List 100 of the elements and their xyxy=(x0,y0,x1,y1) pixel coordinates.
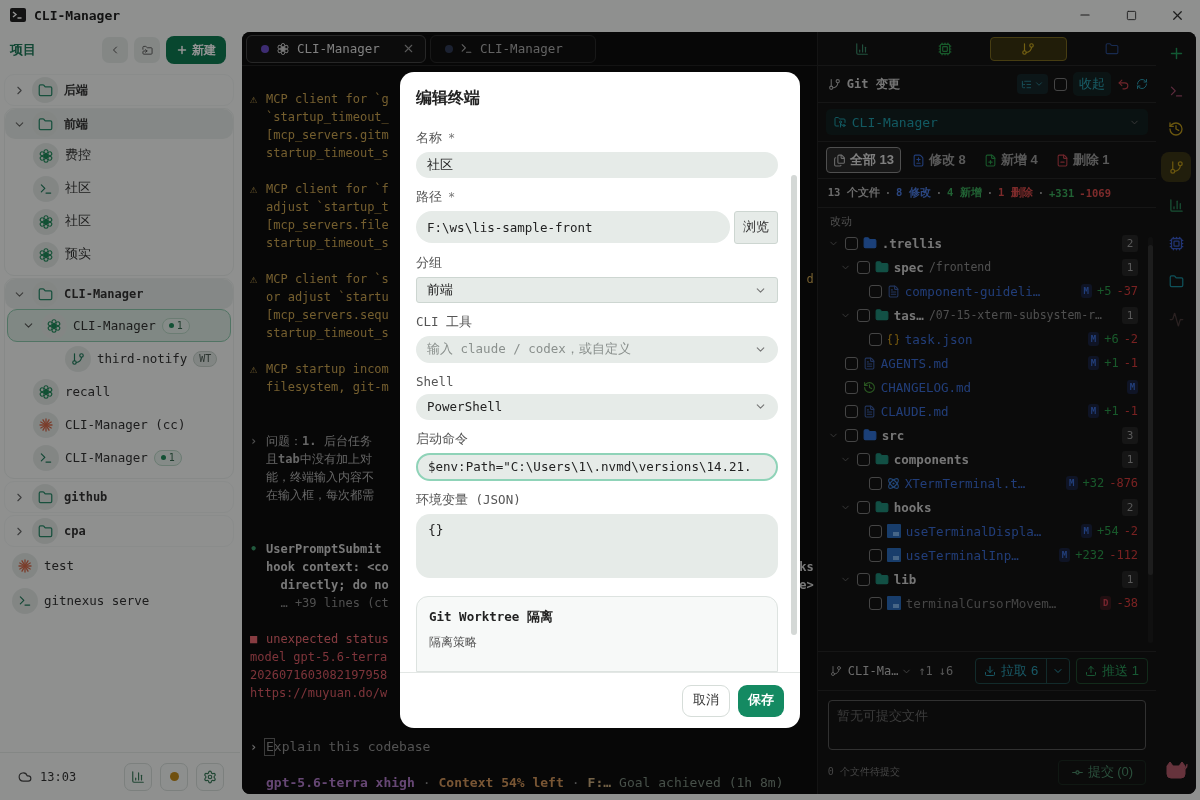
project-group[interactable]: github xyxy=(5,482,233,512)
folder-icon xyxy=(862,428,877,442)
session-item[interactable]: test xyxy=(4,549,234,582)
file-row[interactable]: useTerminalInp… M +232 -112 xyxy=(817,543,1143,567)
branch-select[interactable]: CLI-Ma… xyxy=(847,664,913,678)
undo-button[interactable] xyxy=(1117,77,1131,91)
folder-icon xyxy=(862,236,877,250)
folder-row[interactable]: src 3 xyxy=(817,423,1143,447)
text-area[interactable]: {} xyxy=(416,514,778,578)
branch-icon xyxy=(71,351,85,366)
refresh-button[interactable] xyxy=(1136,78,1149,90)
field-label: CLI 工具 xyxy=(416,314,473,332)
file-row[interactable]: task.json M +6 -2 xyxy=(817,327,1143,351)
checkbox[interactable] xyxy=(844,236,858,250)
terminal-line: UserPromptSubmit xyxy=(266,541,382,558)
back-button[interactable] xyxy=(102,37,128,63)
filter-tab[interactable]: 全部 13 xyxy=(825,147,901,173)
browse-button[interactable]: 浏览 xyxy=(734,211,778,245)
terminal-tab[interactable]: CLI-Manager xyxy=(430,34,596,63)
select-field[interactable]: PowerShell xyxy=(416,393,778,420)
checkbox[interactable] xyxy=(856,572,870,586)
chart-icon xyxy=(131,769,145,784)
checkbox[interactable] xyxy=(844,380,858,394)
status-dot xyxy=(261,44,269,53)
count-badge: 2 xyxy=(1122,234,1139,252)
marker-glyph: ⚠ xyxy=(250,91,259,108)
removed-count: -38 xyxy=(1116,596,1139,610)
file-row[interactable]: XTermTerminal.t… M +32 -876 xyxy=(817,471,1143,495)
checkbox[interactable] xyxy=(856,452,870,466)
checkbox[interactable] xyxy=(1054,77,1068,91)
status-button[interactable] xyxy=(160,762,188,791)
session-item[interactable]: 社区 xyxy=(5,172,233,205)
stats-button[interactable] xyxy=(124,762,152,791)
cancel-button[interactable]: 取消 xyxy=(682,684,730,717)
field-label: 分组 xyxy=(416,255,442,273)
session-item[interactable]: 社区 xyxy=(5,205,233,238)
checkbox[interactable] xyxy=(868,476,882,490)
project-group[interactable]: 前端 xyxy=(5,109,233,139)
project-group[interactable]: CLI-Manager xyxy=(5,279,233,309)
checkbox[interactable] xyxy=(868,596,882,610)
checkbox[interactable] xyxy=(856,500,870,514)
checkbox[interactable] xyxy=(856,260,870,274)
select-field[interactable]: 输入 claude / codex，或自定义 xyxy=(416,336,778,363)
added-count: +232 xyxy=(1075,548,1105,562)
filter-tab[interactable]: 删除 1 xyxy=(1048,147,1117,173)
prompt-glyph: › xyxy=(250,739,259,756)
file-row[interactable]: CLAUDE.md M +1 -1 xyxy=(817,399,1143,423)
folder-row[interactable]: .trellis 2 xyxy=(817,231,1143,255)
session-item[interactable]: CLI-Manager (cc) xyxy=(5,408,233,441)
rail-button[interactable] xyxy=(1161,152,1192,182)
checkbox[interactable] xyxy=(868,332,882,346)
folder-button[interactable] xyxy=(134,37,160,63)
checkbox[interactable] xyxy=(856,308,870,322)
session-item[interactable]: 费控 xyxy=(5,139,233,172)
sidebar-title: 项目 xyxy=(10,41,36,59)
session-item[interactable]: CLI-Manager 1 xyxy=(7,309,231,342)
checkbox[interactable] xyxy=(868,524,882,538)
view-select[interactable] xyxy=(1017,74,1049,94)
folder-row[interactable]: tas… /07-15-xterm-subsystem-r… 1 xyxy=(817,303,1143,327)
input-field[interactable]: $env:Path="C:\Users\1\.nvmd\versions\14.21. xyxy=(416,452,778,481)
cat-icon[interactable] xyxy=(1164,760,1189,780)
terminal-line: e> xyxy=(799,577,814,594)
file-row[interactable]: AGENTS.md M +1 -1 xyxy=(817,351,1143,375)
folder-row[interactable]: hooks 2 xyxy=(817,495,1143,519)
new-button[interactable]: 新建 xyxy=(166,36,226,64)
panel-tab[interactable] xyxy=(989,36,1068,61)
marker-glyph: ⚠ xyxy=(250,361,259,378)
status-badge: M xyxy=(1066,476,1078,490)
checkbox[interactable] xyxy=(868,284,882,298)
input-field[interactable]: 社区 xyxy=(416,152,778,179)
session-item[interactable]: 预实 xyxy=(5,238,233,271)
terminal-line: [mcp_servers.file xyxy=(266,217,389,234)
select-field[interactable]: 前端 xyxy=(416,277,778,304)
settings-button[interactable] xyxy=(196,762,224,791)
file-row[interactable]: component-guideli… M +5 -37 xyxy=(817,279,1143,303)
prompt-input[interactable]: Explain this codebase xyxy=(266,738,431,756)
project-group[interactable]: 后端 xyxy=(5,75,233,105)
session-item[interactable]: CLI-Manager 1 xyxy=(5,441,233,474)
session-item[interactable]: recall xyxy=(5,375,233,408)
close-icon[interactable] xyxy=(402,42,415,55)
file-row[interactable]: useTerminalDispla… M +54 -2 xyxy=(817,519,1143,543)
folder-row[interactable]: spec /frontend 1 xyxy=(817,255,1143,279)
save-button[interactable]: 保存 xyxy=(738,684,784,717)
checkbox[interactable] xyxy=(844,428,858,442)
checkbox[interactable] xyxy=(844,356,858,370)
file-name: AGENTS.md xyxy=(880,355,949,371)
checkbox[interactable] xyxy=(868,548,882,562)
checkbox[interactable] xyxy=(844,404,858,418)
input-field[interactable]: F:\ws\lis-sample-front xyxy=(416,211,730,244)
filter-tab[interactable]: 修改 8 xyxy=(904,147,973,173)
project-group[interactable]: cpa xyxy=(5,516,233,546)
session-item[interactable]: third-notify WT xyxy=(5,342,233,375)
repo-select[interactable]: CLI-Manager xyxy=(825,109,1149,135)
filter-tab[interactable]: 新增 4 xyxy=(976,147,1045,173)
push-button[interactable]: 推送 1 xyxy=(1076,658,1149,684)
collapse-button[interactable]: 收起 xyxy=(1073,72,1112,96)
session-item[interactable]: gitnexus serve xyxy=(4,584,234,617)
folder-row[interactable]: lib 1 xyxy=(817,567,1143,591)
terminal-tab[interactable]: CLI-Manager xyxy=(246,34,426,63)
folder-row[interactable]: components 1 xyxy=(817,447,1143,471)
